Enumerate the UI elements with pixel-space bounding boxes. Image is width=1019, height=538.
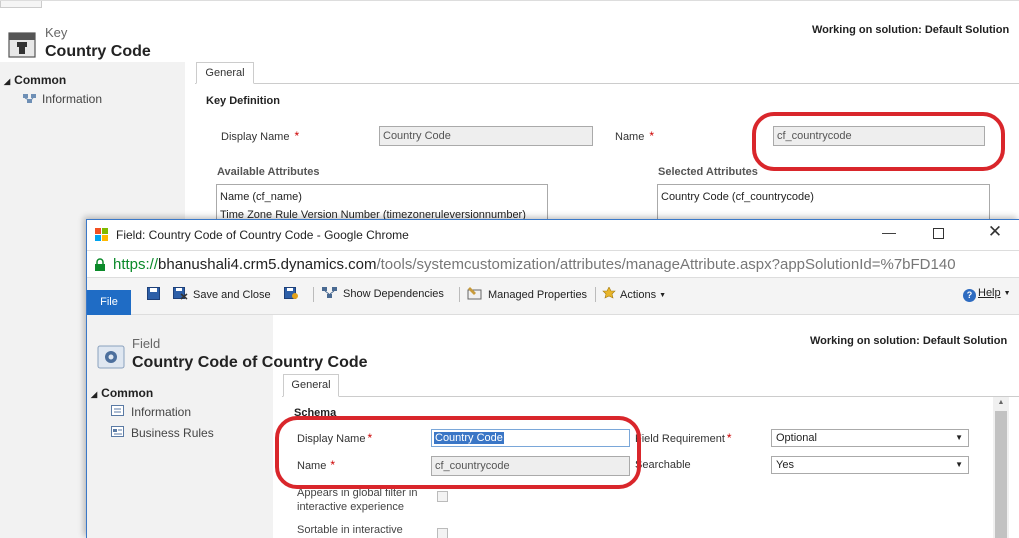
display-name-label: Display Name * — [297, 431, 373, 445]
business-rules-icon — [111, 426, 125, 438]
global-filter-label: Appears in global filter in interactive … — [297, 487, 418, 513]
windows-logo-icon — [95, 228, 109, 242]
name-label: Name * — [615, 129, 655, 143]
nav-section-common[interactable]: ◢ Common — [4, 73, 66, 87]
page-title: Country Code of Country Code — [132, 354, 368, 371]
global-filter-checkbox[interactable] — [437, 491, 448, 502]
display-name-input[interactable]: Country Code — [431, 429, 630, 447]
available-attributes-label: Available Attributes — [217, 166, 320, 178]
display-name-label: Display Name * — [221, 129, 300, 143]
file-button[interactable]: File — [87, 290, 131, 315]
solution-indicator: Working on solution: Default Solution — [810, 335, 1008, 347]
toolbar-separator — [459, 287, 460, 302]
required-marker: * — [726, 431, 732, 445]
popup-window: Field: Country Code of Country Code - Go… — [86, 219, 1019, 538]
selected-attributes-list[interactable]: Country Code (cf_countrycode) — [657, 184, 990, 224]
toolbar-separator — [595, 287, 596, 302]
name-field[interactable]: cf_countrycode — [431, 456, 630, 476]
show-dependencies-button[interactable]: Show Dependencies — [322, 287, 444, 300]
section-title: Key Definition — [206, 95, 280, 107]
url-scheme: https:// — [113, 256, 159, 273]
available-attributes-list[interactable]: Name (cf_name) Time Zone Rule Version Nu… — [216, 184, 548, 224]
tab-general[interactable]: General — [196, 62, 254, 84]
field-requirement-label: Field Requirement * — [635, 431, 732, 445]
sortable-checkbox[interactable] — [437, 528, 448, 538]
name-label: Name * — [297, 458, 336, 472]
toolbar-separator — [313, 287, 314, 302]
section-title: Schema — [294, 407, 337, 419]
window-title-bar[interactable]: Field: Country Code of Country Code - Go… — [87, 220, 1019, 250]
tab-strip-line — [282, 396, 1019, 397]
scroll-up-icon[interactable]: ▲ — [993, 399, 1009, 406]
help-button[interactable]: ? Help ▼ — [963, 287, 1011, 302]
dependencies-icon — [322, 287, 338, 299]
chevron-down-icon: ▼ — [1003, 290, 1011, 297]
window-title: Field: Country Code of Country Code - Go… — [116, 228, 409, 242]
top-button-edge[interactable] — [0, 0, 42, 8]
page-title: Country Code — [45, 43, 151, 60]
information-icon — [22, 93, 38, 104]
save-close-icon — [173, 287, 188, 300]
field-requirement-select[interactable]: Optional ▼ — [771, 429, 969, 447]
chevron-down-icon: ▼ — [659, 292, 667, 299]
sortable-label: Sortable in interactive — [297, 524, 403, 536]
required-marker: * — [649, 129, 655, 143]
searchable-select[interactable]: Yes ▼ — [771, 456, 969, 474]
collapse-triangle-icon: ◢ — [4, 77, 11, 86]
scrollbar-thumb[interactable] — [995, 411, 1007, 538]
nav-item-information[interactable]: Information — [22, 92, 102, 106]
list-item[interactable]: Name (cf_name) — [220, 188, 544, 206]
address-bar[interactable]: https://bhanushali4.crm5.dynamics.com/to… — [87, 250, 1019, 278]
selected-attributes-label: Selected Attributes — [658, 166, 758, 178]
save-icon[interactable] — [147, 287, 160, 300]
required-marker: * — [330, 458, 336, 472]
nav-item-information[interactable]: Information — [111, 405, 191, 419]
nav-item-business-rules[interactable]: Business Rules — [111, 426, 214, 440]
entity-type-label: Key — [45, 25, 68, 40]
tab-general[interactable]: General — [283, 374, 339, 397]
save-close-button[interactable]: Save and Close — [173, 287, 271, 301]
list-item[interactable]: Country Code (cf_countrycode) — [661, 188, 986, 206]
name-field[interactable]: cf_countrycode — [773, 126, 985, 146]
minimize-icon[interactable]: — — [875, 224, 903, 244]
field-entity-icon — [97, 344, 125, 370]
display-name-field[interactable]: Country Code — [379, 126, 593, 146]
key-entity-icon — [8, 32, 36, 58]
information-icon — [111, 405, 125, 417]
publish-icon[interactable] — [284, 287, 298, 300]
required-marker: * — [294, 129, 300, 143]
help-icon: ? — [963, 289, 976, 302]
managed-properties-button[interactable]: Managed Properties — [467, 287, 587, 301]
solution-indicator: Working on solution: Default Solution — [812, 24, 1010, 36]
top-divider — [0, 0, 1019, 1]
collapse-triangle-icon: ◢ — [91, 390, 98, 399]
chevron-down-icon: ▼ — [955, 460, 963, 469]
display-name-value: Country Code — [434, 432, 504, 444]
vertical-scrollbar[interactable]: ▲ — [993, 397, 1009, 538]
lock-icon — [94, 258, 106, 272]
searchable-label: Searchable — [635, 459, 691, 471]
highlight-ring-display-name — [275, 416, 641, 489]
url-text[interactable]: https://bhanushali4.crm5.dynamics.com/to… — [113, 256, 956, 273]
maximize-icon[interactable] — [933, 228, 944, 239]
url-host: bhanushali4.crm5.dynamics.com — [158, 256, 377, 273]
required-marker: * — [367, 431, 373, 445]
nav-section-common[interactable]: ◢ Common — [91, 386, 153, 400]
url-path: /tools/systemcustomization/attributes/ma… — [376, 256, 956, 273]
tab-strip-line — [195, 83, 1019, 84]
managed-properties-icon — [467, 287, 483, 300]
close-icon[interactable]: ✕ — [983, 222, 1007, 244]
actions-button[interactable]: Actions ▼ — [602, 286, 667, 301]
actions-icon — [602, 286, 618, 300]
entity-type-label: Field — [132, 336, 161, 351]
chevron-down-icon: ▼ — [955, 433, 963, 442]
